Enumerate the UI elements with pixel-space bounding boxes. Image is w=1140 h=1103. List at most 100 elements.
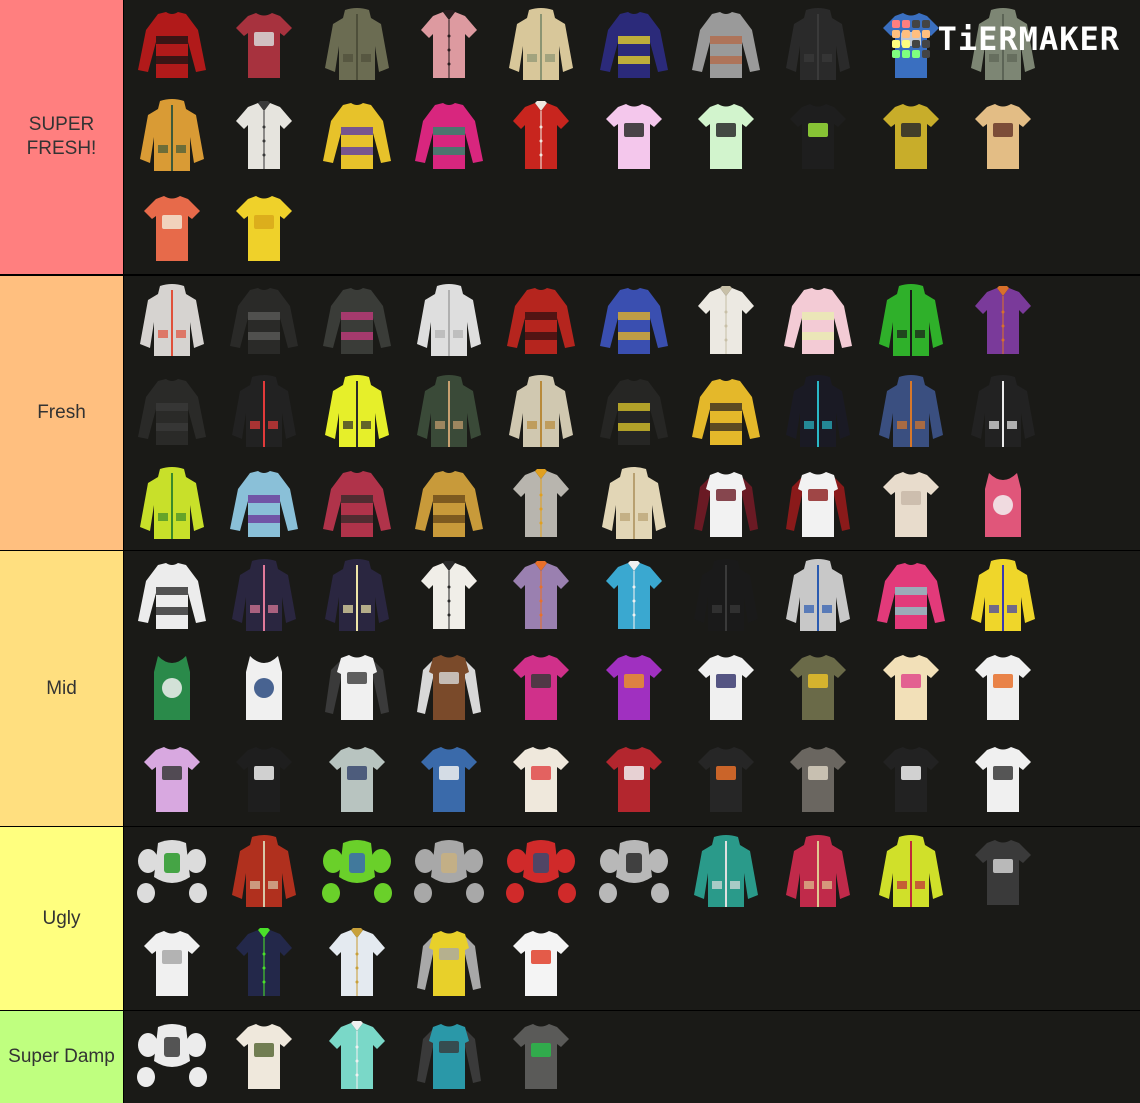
tier-item-black-block-logo-tee[interactable] (218, 734, 310, 826)
tier-item-orange-striped-tee[interactable] (957, 643, 1049, 735)
tier-item-black-logo-coat[interactable] (218, 368, 310, 460)
tier-item-navy-blazer-pink-skirt[interactable] (218, 551, 310, 643)
tier-item-cream-chevron-tee[interactable] (495, 734, 587, 826)
tier-item-olive-lightning-tee[interactable] (772, 643, 864, 735)
tier-item-white-ink-shirt[interactable] (403, 551, 495, 643)
tier-item-lavender-tee[interactable] (126, 734, 218, 826)
tier-item-pink-bowling-shirt[interactable] (403, 0, 495, 92)
tier-item-rainbow-knit-sweater[interactable] (587, 276, 679, 368)
tier-item-chrome-mech-armor[interactable] (587, 827, 679, 919)
tier-item-cream-mountain-tee[interactable] (864, 643, 956, 735)
tier-item-red-camo-raincoat[interactable] (126, 276, 218, 368)
tier-item-navy-cycling-jersey[interactable] (218, 919, 310, 1011)
tier-item-white-tee-armguards[interactable] (126, 919, 218, 1011)
tier-item-cream-draped-tee[interactable] (864, 459, 956, 551)
tier-item-green-basketball-jersey[interactable] (126, 643, 218, 735)
tier-item-red-souvenir-jacket[interactable] (772, 827, 864, 919)
tier-item-white-squid-tank[interactable] (218, 643, 310, 735)
tier-item-grey-script-hoodie[interactable] (772, 551, 864, 643)
tier-item-black-gi-top[interactable] (587, 368, 679, 460)
tier-item-grey-varsity-tee[interactable] (772, 734, 864, 826)
tier-item-white-button-shirt[interactable] (311, 919, 403, 1011)
tier-item-olive-hooded-coat[interactable] (311, 0, 403, 92)
tier-label[interactable]: SUPER FRESH! (0, 0, 124, 274)
tier-item-mustard-duffle-coat[interactable] (126, 92, 218, 184)
tier-item-yellow-raincoat[interactable] (957, 551, 1049, 643)
tier-item-red-black-striped-sweater[interactable] (126, 0, 218, 92)
tier-item-green-puffer-vest[interactable] (864, 276, 956, 368)
tier-item-color-block-rugby-warm[interactable] (311, 92, 403, 184)
tier-item-navy-blazer-vest[interactable] (311, 551, 403, 643)
tier-item-navy-striped-jersey[interactable] (587, 0, 679, 92)
tier-item-blue-mountain-tee[interactable] (403, 734, 495, 826)
tier-item-green-chest-armor[interactable] (311, 827, 403, 919)
tier-item-silver-knight-armor[interactable] (403, 827, 495, 919)
tier-item-white-chain-necklace-top[interactable] (680, 276, 772, 368)
tier-item-yellow-plaid-overshirt[interactable] (403, 459, 495, 551)
tier-item-brown-layered-tee[interactable] (403, 643, 495, 735)
tier-item-pink-bubble-tee[interactable] (587, 92, 679, 184)
tier-item-white-mech-armor[interactable] (126, 827, 218, 919)
tier-item-scarf-tee[interactable] (218, 1011, 310, 1103)
tier-item-red-chevron-tee[interactable] (587, 734, 679, 826)
tier-item-black-sparkle-dress[interactable] (218, 276, 310, 368)
tier-item-cream-embroidered-coat[interactable] (587, 459, 679, 551)
tier-item-purple-floral-shirt[interactable] (495, 551, 587, 643)
tier-item-denim-layered-jacket[interactable] (864, 368, 956, 460)
tier-item-blue-floral-shirt[interactable] (587, 551, 679, 643)
tier-item-pink-basketball-jersey[interactable] (957, 459, 1049, 551)
tier-item-purple-orange-fade-tee[interactable] (587, 643, 679, 735)
tier-item-cream-fleece-jacket[interactable] (495, 0, 587, 92)
tier-label[interactable]: Super Damp (0, 1011, 124, 1103)
tier-item-yellow-layered-tee[interactable] (403, 919, 495, 1011)
tier-item-red-chest-armor[interactable] (495, 827, 587, 919)
tier-item-mint-striped-shirt[interactable] (311, 1011, 403, 1103)
tier-item-black-slime-tee[interactable] (772, 92, 864, 184)
tier-item-yellow-safety-vest[interactable] (311, 368, 403, 460)
tier-item-boxing-gloves-top[interactable] (126, 1011, 218, 1103)
tier-item-yellow-black-split-tee[interactable] (864, 92, 956, 184)
tier-item-red-strap-jacket[interactable] (218, 827, 310, 919)
tier-item-tan-logo-tee[interactable] (957, 92, 1049, 184)
tier-item-black-school-cardigan[interactable] (311, 276, 403, 368)
tier-item-red-striped-hoodie[interactable] (311, 459, 403, 551)
tier-item-purple-teal-windbreaker[interactable] (772, 368, 864, 460)
tier-label[interactable]: Mid (0, 551, 124, 826)
tier-item-black-zip-jacket[interactable] (772, 0, 864, 92)
tier-item-orange-ringer-tee[interactable] (126, 183, 218, 275)
tier-item-teal-souvenir-jacket[interactable] (680, 827, 772, 919)
tier-item-cream-utility-vest[interactable] (495, 368, 587, 460)
tier-item-black-tee-armguards[interactable] (957, 827, 1049, 919)
tier-item-pink-chain-sweater[interactable] (772, 276, 864, 368)
tier-item-white-hoodie-gloves[interactable] (403, 276, 495, 368)
tier-item-white-logo-layered-tee[interactable] (311, 643, 403, 735)
tier-item-black-leather-jacket[interactable] (680, 551, 772, 643)
tier-item-idol-costume[interactable] (864, 551, 956, 643)
tier-item-yellow-logo-sweatshirt[interactable] (680, 368, 772, 460)
tier-label[interactable]: Fresh (0, 276, 124, 550)
tier-item-red-raglan-tee[interactable] (772, 459, 864, 551)
tier-item-black-moto-top[interactable] (126, 368, 218, 460)
tier-item-red-print-aloha-shirt[interactable] (495, 92, 587, 184)
tier-item-yellow-tee[interactable] (218, 183, 310, 275)
tier-item-lime-ski-jacket[interactable] (126, 459, 218, 551)
tier-item-light-blue-poncho[interactable] (218, 459, 310, 551)
tier-item-sage-logo-tee[interactable] (311, 734, 403, 826)
tier-item-purple-patchwork-shirt[interactable] (957, 276, 1049, 368)
tier-item-navy-striped-tee[interactable] (680, 643, 772, 735)
tier-item-teal-chevron-layered-tee[interactable] (403, 1011, 495, 1103)
tier-item-magenta-split-tee[interactable] (495, 643, 587, 735)
tier-item-white-black-collar-shirt[interactable] (126, 551, 218, 643)
tier-item-white-splatter-vest[interactable] (218, 92, 310, 184)
tier-item-green-tribal-jacket[interactable] (403, 368, 495, 460)
tier-item-lime-puffer-jacket[interactable] (864, 827, 956, 919)
tier-item-maroon-layered-tee[interactable] (680, 459, 772, 551)
tier-item-black-glyph-tee[interactable] (864, 734, 956, 826)
tier-item-color-block-rugby-cool[interactable] (403, 92, 495, 184)
tier-item-black-white-hoodie[interactable] (957, 368, 1049, 460)
tier-item-white-pixel-squid-tee[interactable] (495, 919, 587, 1011)
tier-item-grey-pixel-squid-tee[interactable] (495, 1011, 587, 1103)
tier-item-red-plaid-shirt[interactable] (495, 276, 587, 368)
tier-item-white-varsity-tee[interactable] (957, 734, 1049, 826)
tier-item-black-orange-patch-tee[interactable] (680, 734, 772, 826)
